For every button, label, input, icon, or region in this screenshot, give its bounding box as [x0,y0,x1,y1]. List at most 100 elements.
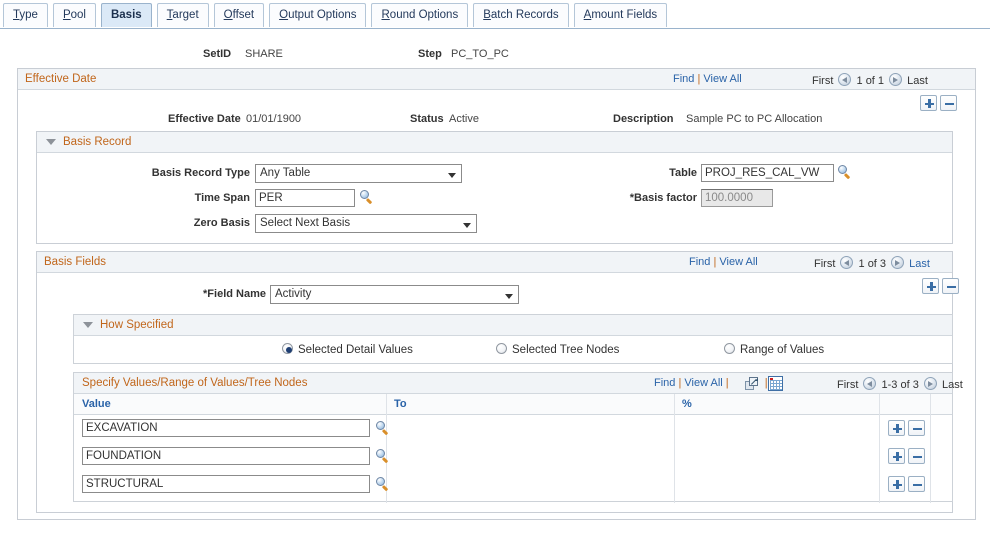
add-row-icon[interactable] [888,448,905,464]
next-arrow-icon[interactable] [923,377,937,390]
prev-arrow-icon[interactable] [838,73,852,86]
effective-date-find-nav: Find | View All [673,73,742,85]
how-specified-group: How Specified Selected Detail Values Sel… [73,314,953,364]
radio-selected-tree-nodes-label: Selected Tree Nodes [512,344,620,356]
table-input[interactable] [701,164,834,182]
time-span-label: Time Span [194,192,250,204]
step-value: PC_TO_PC [451,48,509,60]
basis-fields-find-link[interactable]: Find [689,256,710,268]
radio-selected-tree-nodes[interactable]: Selected Tree Nodes [496,343,619,356]
basis-fields-last-link[interactable]: Last [909,258,930,270]
effective-date-detail-row: Effective Date 01/01/1900 Status Active … [18,109,975,131]
zero-basis-select[interactable]: Select Next Basis [255,214,477,233]
basis-record-group: Basis Record Basis Record Type Any Table… [36,131,953,244]
add-row-icon[interactable] [888,420,905,436]
specify-values-column-headers: Value To % [74,394,952,415]
tab-amount-fields[interactable]: Amount Fields [573,3,668,27]
tab-pool-mnemonic: P [62,9,71,21]
delete-row-icon[interactable] [908,448,925,464]
specify-values-first-label[interactable]: First [837,379,858,391]
description-label: Description [613,113,674,125]
table-row [74,415,952,443]
table-row [74,471,952,499]
tab-pool[interactable]: Pool [52,3,96,27]
column-header-percent: % [682,398,692,410]
delete-row-icon[interactable] [908,420,925,436]
zero-basis-label: Zero Basis [193,217,250,229]
step-label: Step [418,48,442,60]
tab-amount-fields-rest: mount Fields [591,9,658,21]
effective-date-first-label[interactable]: First [812,75,833,87]
effective-date-value: 01/01/1900 [246,113,302,125]
value-lookup-icon[interactable] [376,477,390,491]
tab-batch-records-rest: atch Records [490,9,559,21]
tab-output-options-rest: utput Options [288,9,357,21]
value-input[interactable] [82,419,370,437]
table-label: Table [669,167,697,179]
value-lookup-icon[interactable] [376,449,390,463]
next-arrow-icon[interactable] [891,256,905,269]
tab-batch-records[interactable]: Batch Records [473,3,569,27]
column-header-value: Value [82,398,111,410]
specify-values-view-all-link[interactable]: View All [684,377,722,389]
delete-row-icon[interactable] [908,476,925,492]
time-span-lookup-icon[interactable] [360,190,374,204]
specify-values-find-link[interactable]: Find [654,377,675,389]
value-input[interactable] [82,475,370,493]
radio-range-of-values-label: Range of Values [740,344,825,356]
effective-date-find-link[interactable]: Find [673,73,694,85]
basis-fields-counter: 1 of 3 [858,258,887,270]
tab-round-options[interactable]: Round Options [371,3,469,27]
basis-fields-first-label[interactable]: First [814,258,835,270]
spreadsheet-grid-icon[interactable] [768,376,783,391]
effective-date-view-all-link[interactable]: View All [703,73,741,85]
setid-value: SHARE [245,48,283,60]
specify-values-section-title: Specify Values/Range of Values/Tree Node… [82,377,308,389]
how-specified-section-title: How Specified [100,319,174,331]
tab-basis-rest: asis [119,9,142,21]
collapse-triangle-icon[interactable] [83,322,93,328]
basis-factor-input [701,189,773,207]
specify-values-nav-pipe: | [678,377,682,389]
value-lookup-icon[interactable] [376,421,390,435]
tab-offset[interactable]: Offset [213,3,265,27]
prev-arrow-icon[interactable] [863,377,877,390]
effective-date-last-label[interactable]: Last [907,75,928,87]
effective-date-nav-pipe: | [697,73,701,85]
tab-type[interactable]: Type [3,3,48,27]
basis-fields-delete-row-icon[interactable] [942,278,959,294]
add-row-icon[interactable] [888,476,905,492]
radio-range-of-values[interactable]: Range of Values [724,343,824,356]
tab-round-options-mnemonic: R [381,9,390,21]
new-window-icon[interactable] [745,377,759,391]
status-value: Active [449,113,479,125]
prev-arrow-icon[interactable] [840,256,854,269]
specify-values-last-label[interactable]: Last [942,379,963,391]
effective-date-label: Effective Date [168,113,241,125]
basis-factor-label: *Basis factor [629,192,697,204]
basis-fields-add-row-icon[interactable] [922,278,939,294]
field-name-label: *Field Name [203,288,266,300]
table-lookup-icon[interactable] [838,165,852,179]
tab-target-rest: arget [172,9,199,21]
status-label: Status [410,113,444,125]
basis-fields-view-all-link[interactable]: View All [719,256,757,268]
tab-output-options[interactable]: Output Options [269,3,367,27]
radio-selected-detail-values[interactable]: Selected Detail Values [282,343,413,356]
time-span-input[interactable] [255,189,355,207]
basis-record-type-select[interactable]: Any Table [255,164,462,183]
basis-fields-section-title: Basis Fields [44,256,106,268]
tab-target[interactable]: Target [156,3,209,27]
next-arrow-icon[interactable] [889,73,903,86]
specify-values-grid: Specify Values/Range of Values/Tree Node… [73,372,963,503]
field-name-select[interactable]: Activity [270,285,519,304]
tab-basis[interactable]: Basis [100,3,152,27]
tab-output-options-mnemonic: O [279,9,289,21]
basis-fields-nav-pipe: | [713,256,717,268]
key-fields-row: SetID SHARE Step PC_TO_PC [0,44,990,70]
value-input[interactable] [82,447,370,465]
effective-date-counter: 1 of 1 [856,75,885,87]
basis-fields-group: Basis Fields Find | View All First 1 of … [36,251,963,513]
basis-record-section-title: Basis Record [63,136,132,148]
collapse-triangle-icon[interactable] [46,139,56,145]
